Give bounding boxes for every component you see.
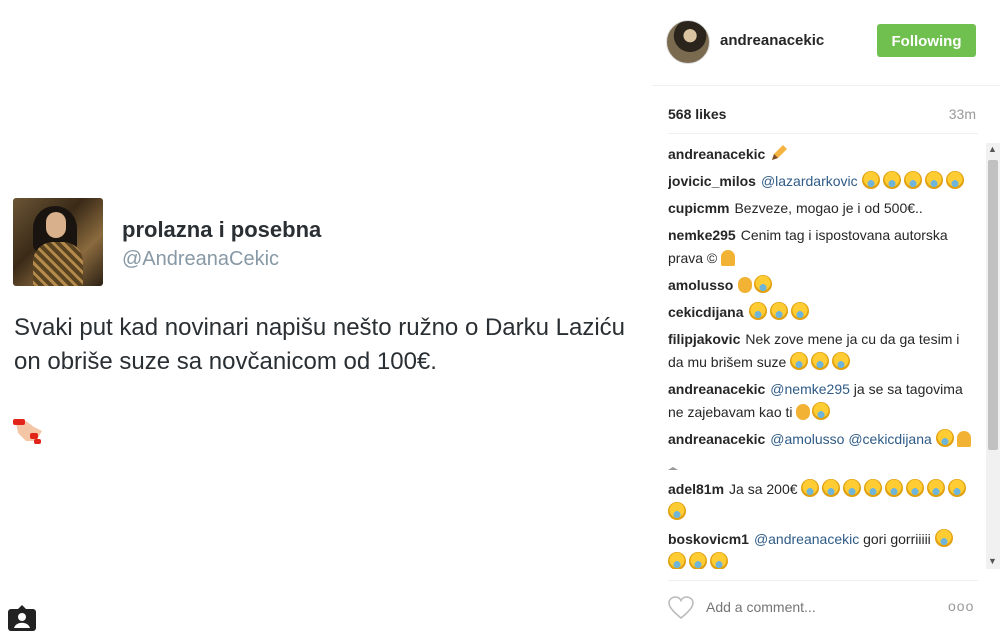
grin-emoji-icon [861,171,880,189]
grin-emoji-icon [924,171,943,189]
grin-emoji-icon [906,479,925,497]
grin-emoji-icon [903,171,922,189]
comment-item: jovicic_milos @lazardarkovic [668,170,976,193]
heart-icon[interactable] [668,596,694,620]
comment-mention[interactable]: @nemke295 [770,381,850,397]
grin-emoji-icon [790,302,809,320]
tweet-display-name: prolazna i posebna [122,217,322,242]
comment-username[interactable]: boskovicm1 [668,531,749,547]
grin-emoji-icon [945,171,964,189]
post-image: prolazna i posebna @AndreanaCekic Svaki … [0,0,652,641]
comment-username[interactable]: andreanacekic [668,146,765,162]
comment-item: boskovicm1 @andreanacekic gori gorriiiii [668,528,976,569]
comment-item: andreanacekic @amolusso @cekicdijana [668,428,976,474]
grin-emoji-icon [790,352,809,370]
comment-text: Ja sa 200€ [729,481,798,497]
grin-emoji-icon [668,552,686,569]
tweet-handle: @AndreanaCekic [122,248,280,270]
post-time: 33m [948,106,976,122]
following-button[interactable]: Following [877,24,976,57]
flexed-biceps-icon [956,431,971,447]
scroll-down-icon[interactable]: ▼ [988,556,997,566]
grin-emoji-icon [812,402,831,420]
divider [668,580,978,581]
scrollbar-thumb[interactable] [988,160,998,450]
comment-username[interactable]: andreanacekic [668,431,765,447]
user-tag-icon[interactable] [8,605,36,631]
comment-username[interactable]: nemke295 [668,227,736,243]
comment-item: amolusso [668,274,976,297]
nail-polish-icon [13,419,42,444]
grin-emoji-icon [832,352,851,370]
tweet-text: Svaki put kad novinari napišu nešto ružn… [14,314,626,375]
comment-username[interactable]: adel81m [668,481,724,497]
comment-item: adel81m Ja sa 200€ [668,478,976,524]
ok-hand-icon [738,277,753,293]
grin-emoji-icon [948,479,967,497]
comment-mention[interactable]: @amolusso @cekicdijana [770,431,932,447]
grin-emoji-icon [864,479,883,497]
comment-item: filipjakovic Nek zove mene ja cu da ga te… [668,328,976,374]
grin-emoji-icon [935,429,954,447]
comment-username[interactable]: cekicdijana [668,304,744,320]
grin-emoji-icon [668,502,686,520]
grin-emoji-icon [769,302,788,320]
grin-emoji-icon [710,552,728,569]
comment-mention[interactable]: @andreanacekic [754,531,859,547]
comment-item: cekicdijana [668,301,976,324]
grin-emoji-icon [801,479,820,497]
scroll-up-icon[interactable]: ▲ [988,144,997,154]
comment-item: andreanacekic [668,143,976,166]
comment-username[interactable]: filipjakovic [668,331,740,347]
comment-text: gori gorriiiii [863,531,931,547]
post-header: andreanacekic Following [652,0,1000,86]
divider [668,133,978,134]
grin-emoji-icon [882,171,901,189]
grin-emoji-icon [885,479,904,497]
grin-emoji-icon [843,479,862,497]
username-link[interactable]: andreanacekic [720,32,824,49]
comment-item: cupicmm Bezveze, mogao je i od 500€.. [668,197,976,220]
grin-emoji-icon [754,275,773,293]
tweet-avatar [13,198,103,286]
comment-text: Bezveze, mogao je i od 500€.. [734,200,923,216]
comments-list: andreanacekic jovicic_milos @lazardarkovic… [668,143,976,569]
comment-mention[interactable]: @lazardarkovic [761,173,858,189]
add-comment-input[interactable] [704,598,938,616]
post-sidebar: andreanacekic Following 568 likes 33m an… [652,0,1000,641]
ok-hand-icon [796,404,811,420]
grin-emoji-icon [689,552,707,569]
grin-emoji-icon [822,479,841,497]
grin-emoji-icon [811,352,830,370]
comment-username[interactable]: cupicmm [668,200,729,216]
comment-username[interactable]: andreanacekic [668,381,765,397]
flexed-biceps-icon [721,250,736,266]
comment-username[interactable]: jovicic_milos [668,173,756,189]
avatar[interactable] [666,20,710,64]
likes-count[interactable]: 568 likes [668,106,726,122]
grin-emoji-icon [934,529,953,547]
more-options-icon[interactable]: ooo [948,598,974,614]
pen-icon [772,145,788,160]
wine-glass-icon [668,454,678,470]
comment-item: andreanacekic @nemke295 ja se sa tagovima… [668,378,976,424]
grin-emoji-icon [927,479,946,497]
grin-emoji-icon [748,302,767,320]
comment-username[interactable]: amolusso [668,277,733,293]
comment-item: nemke295 Cenim tag i ispostovana autorska… [668,224,976,270]
